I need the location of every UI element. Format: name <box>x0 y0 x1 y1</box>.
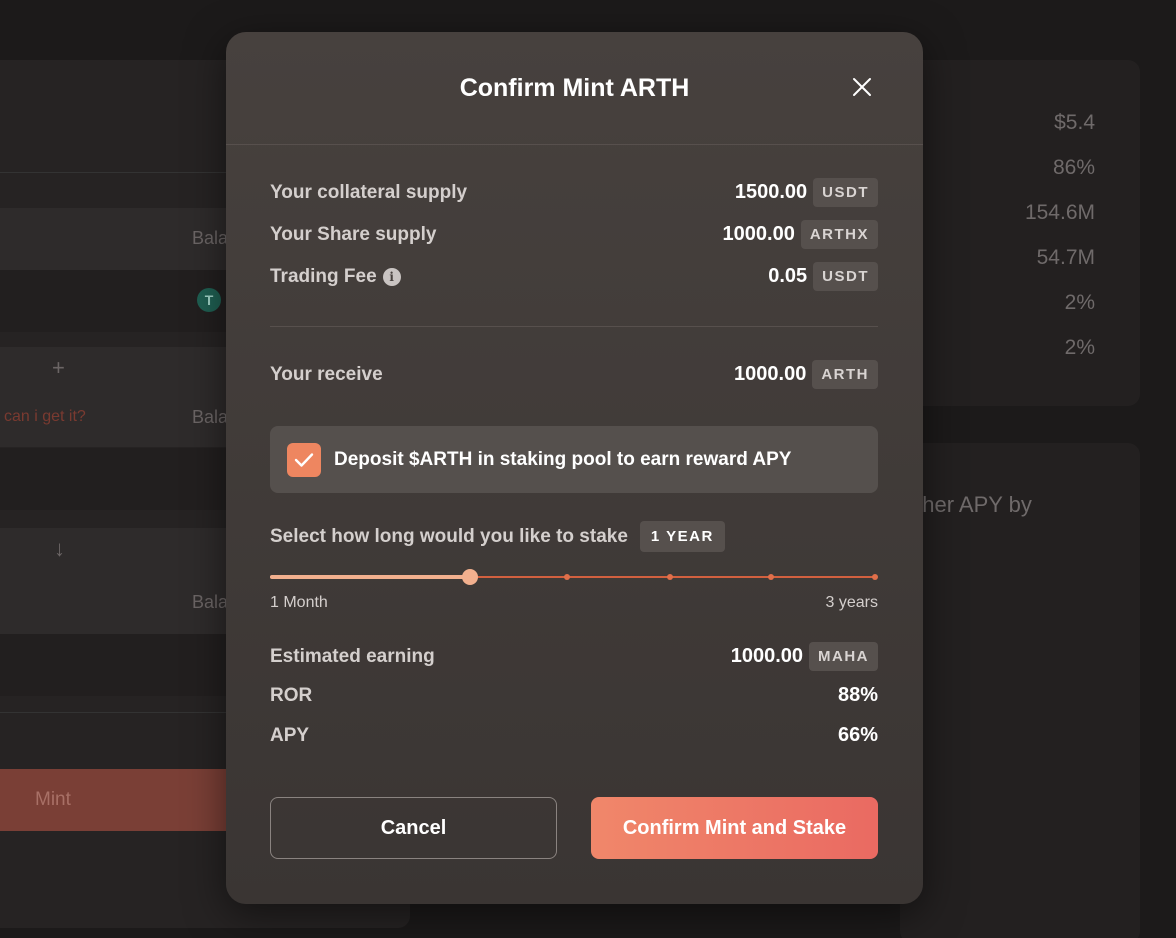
background-apy-text: gher APY by <box>910 492 1032 517</box>
share-supply-amount: 1000.00 <box>722 223 795 245</box>
deposit-label: Deposit $ARTH in staking pool to earn re… <box>334 448 792 470</box>
checkmark-icon <box>294 452 314 467</box>
ror-row: ROR 88% <box>270 684 878 707</box>
background-input-field-2 <box>0 448 260 510</box>
receive-label: Your receive <box>270 363 383 385</box>
receive-amount: 1000.00 <box>734 363 807 385</box>
ror-value: 88% <box>837 684 878 706</box>
background-stat: 154.6M <box>1024 201 1095 224</box>
token-badge: USDT <box>813 178 878 207</box>
collateral-supply-amount: 1500.00 <box>734 181 808 203</box>
deposit-checkbox[interactable] <box>287 442 321 477</box>
apy-row: APY 66% <box>270 724 878 747</box>
background-balance-label: Bala <box>192 228 229 248</box>
background-balance-label: Bala <box>192 407 229 427</box>
usdt-coin-icon: T <box>197 288 221 312</box>
ror-label: ROR <box>270 684 313 706</box>
divider <box>270 326 878 327</box>
apy-label: APY <box>270 724 310 746</box>
background-divider-2 <box>0 712 260 713</box>
background-divider <box>0 172 260 173</box>
background-stat: $5.4 <box>1054 111 1095 134</box>
slider-fill <box>270 575 470 579</box>
trading-fee-label: Trading Fee <box>270 265 377 287</box>
slider-step-dot <box>872 574 878 580</box>
slider-step-dot <box>667 574 673 580</box>
receive-row: Your receive 1000.00 ARTH <box>270 360 878 389</box>
stake-duration-slider[interactable] <box>270 569 878 585</box>
background-stat: 54.7M <box>1036 246 1095 269</box>
share-supply-row: Your Share supply 1000.00 ARTHX <box>270 220 878 249</box>
token-badge: ARTHX <box>800 220 878 249</box>
background-mint-label: Mint <box>35 789 71 810</box>
stake-duration-badge: 1 YEAR <box>639 521 725 552</box>
background-help-link: can i get it? <box>4 408 86 425</box>
confirm-mint-modal: Confirm Mint ARTH Your collateral supply… <box>226 32 923 904</box>
share-supply-label: Your Share supply <box>270 223 437 245</box>
estimated-earning-label: Estimated earning <box>270 645 435 667</box>
slider-step-dot <box>564 574 570 580</box>
modal-title: Confirm Mint ARTH <box>459 73 690 102</box>
background-stat: 2% <box>1064 336 1095 359</box>
modal-header: Confirm Mint ARTH <box>226 32 923 145</box>
slider-thumb[interactable] <box>462 569 478 585</box>
token-badge: ARTH <box>812 360 878 389</box>
background-stats-card <box>900 60 1140 406</box>
stake-duration-header: Select how long would you like to stake … <box>270 521 725 552</box>
estimated-earning-row: Estimated earning 1000.00 MAHA <box>270 642 878 671</box>
close-icon <box>853 78 871 96</box>
stake-duration-label: Select how long would you like to stake <box>270 525 628 547</box>
apy-value: 66% <box>837 724 878 746</box>
cancel-button[interactable]: Cancel <box>270 797 557 859</box>
background-output-field <box>0 634 260 696</box>
collateral-supply-label: Your collateral supply <box>270 181 468 203</box>
deposit-staking-option[interactable]: Deposit $ARTH in staking pool to earn re… <box>270 426 878 493</box>
slider-min-label: 1 Month <box>270 594 328 611</box>
trading-fee-amount: 0.05 <box>768 265 808 287</box>
background-balance-label: Bala <box>192 592 229 612</box>
token-badge: MAHA <box>809 642 878 671</box>
trading-fee-row: Trading Fee i 0.05 USDT <box>270 262 878 291</box>
collateral-supply-row: Your collateral supply 1500.00 USDT <box>270 178 878 207</box>
background-stat: 86% <box>1052 156 1095 179</box>
estimated-earning-amount: 1000.00 <box>730 645 803 667</box>
plus-icon: + <box>52 355 65 380</box>
slider-max-label: 3 years <box>825 594 878 611</box>
background-input-field <box>0 270 260 332</box>
slider-step-dot <box>768 574 774 580</box>
close-button[interactable] <box>851 76 873 98</box>
background-plus-row <box>0 347 260 387</box>
info-icon[interactable]: i <box>382 267 401 286</box>
background-arrow-row <box>0 528 260 572</box>
background-stat: 2% <box>1064 291 1095 314</box>
token-badge: USDT <box>813 262 878 291</box>
arrow-down-icon: ↓ <box>54 536 65 561</box>
confirm-mint-stake-button[interactable]: Confirm Mint and Stake <box>591 797 878 859</box>
